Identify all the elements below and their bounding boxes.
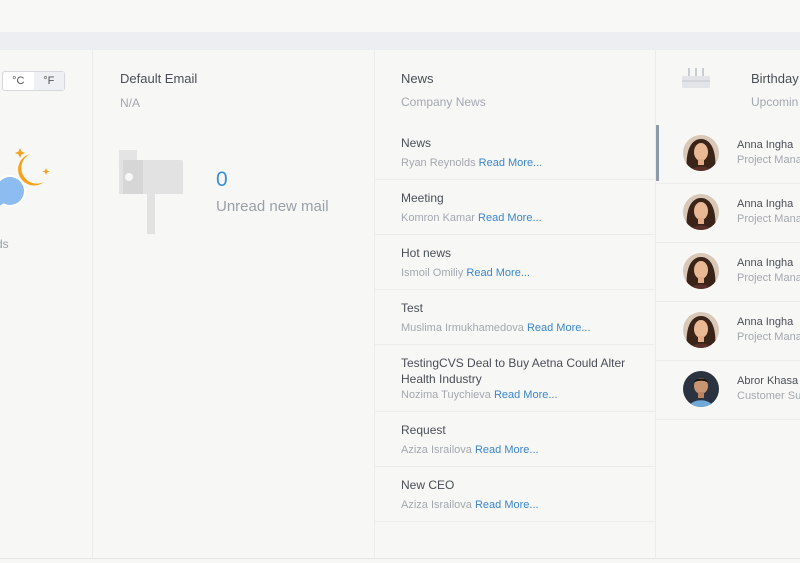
news-item-author: Aziza Israilova xyxy=(401,499,472,511)
birthday-item[interactable]: Anna Ingha Project Mana xyxy=(656,184,800,243)
read-more-link[interactable]: Read More... xyxy=(466,267,530,279)
birthday-person-name: Anna Ingha xyxy=(737,198,794,210)
birthday-person-role: Project Mana xyxy=(737,154,800,166)
news-item[interactable]: New CEO Aziza Israilova Read More... xyxy=(375,467,656,522)
email-widget: Default Email N/A 0 Unread new mail xyxy=(93,50,375,558)
celsius-option[interactable]: °C xyxy=(3,72,34,90)
moon-cloud-icon xyxy=(0,146,56,221)
birthday-cake-icon xyxy=(682,66,710,95)
news-item[interactable]: Meeting Komron Kamar Read More... xyxy=(375,180,656,235)
birthday-title: Birthday xyxy=(751,71,799,86)
fahrenheit-option[interactable]: °F xyxy=(33,72,64,90)
avatar xyxy=(683,194,719,230)
avatar xyxy=(683,135,719,171)
birthday-person-name: Anna Ingha xyxy=(737,316,794,328)
news-item-author: Muslima Irmukhamedova xyxy=(401,322,524,334)
weather-widget: °C °F ds xyxy=(0,50,93,558)
birthday-subtitle: Upcomin xyxy=(751,95,799,109)
birthday-person-name: Anna Ingha xyxy=(737,139,794,151)
read-more-link[interactable]: Read More... xyxy=(475,499,539,511)
news-item[interactable]: TestingCVS Deal to Buy Aetna Could Alter… xyxy=(375,345,656,412)
email-title: Default Email xyxy=(120,71,198,86)
header-strip xyxy=(0,32,800,50)
news-item[interactable]: News Ryan Reynolds Read More... xyxy=(375,125,656,180)
avatar xyxy=(683,253,719,289)
birthday-item[interactable]: Anna Ingha Project Mana xyxy=(656,243,800,302)
top-bar xyxy=(0,0,800,32)
news-item[interactable]: Test Muslima Irmukhamedova Read More... xyxy=(375,290,656,345)
read-more-link[interactable]: Read More... xyxy=(475,444,539,456)
news-item-title: News xyxy=(401,136,432,150)
news-item-title: TestingCVS Deal to Buy Aetna Could Alter… xyxy=(401,356,626,386)
news-item-author: Ismoil Omiliy xyxy=(401,267,464,279)
temperature-unit-toggle[interactable]: °C °F xyxy=(2,71,65,91)
news-item-title: Test xyxy=(401,301,424,315)
avatar xyxy=(683,312,719,348)
news-item-author: Aziza Israilova xyxy=(401,444,472,456)
read-more-link[interactable]: Read More... xyxy=(494,389,558,401)
bottom-divider xyxy=(0,558,800,559)
birthday-person-name: Abror Khasa xyxy=(737,375,799,387)
birthday-widget: Birthday Upcomin Anna Ingha Project Mana… xyxy=(656,50,800,558)
birthday-item[interactable]: Abror Khasa Customer Su xyxy=(656,361,800,420)
read-more-link[interactable]: Read More... xyxy=(527,322,591,334)
news-item-title: Meeting xyxy=(401,191,444,205)
email-address: N/A xyxy=(120,96,141,110)
birthday-list: Anna Ingha Project Mana Anna Ingha Proje… xyxy=(656,125,800,420)
birthday-person-role: Project Mana xyxy=(737,272,800,284)
news-subtitle: Company News xyxy=(401,95,486,109)
unread-mail-label: Unread new mail xyxy=(216,198,329,215)
news-item-author: Nozima Tuychieva xyxy=(401,389,491,401)
birthday-item[interactable]: Anna Ingha Project Mana xyxy=(656,302,800,361)
mailbox-icon xyxy=(119,144,185,241)
birthday-person-role: Project Mana xyxy=(737,213,800,225)
birthday-person-name: Anna Ingha xyxy=(737,257,794,269)
birthday-person-role: Customer Su xyxy=(737,390,800,402)
read-more-link[interactable]: Read More... xyxy=(479,157,543,169)
birthday-item[interactable]: Anna Ingha Project Mana xyxy=(656,125,800,184)
birthday-person-role: Project Mana xyxy=(737,331,800,343)
news-item-title: New CEO xyxy=(401,478,455,492)
news-item-author: Komron Kamar xyxy=(401,212,475,224)
news-item[interactable]: Request Aziza Israilova Read More... xyxy=(375,412,656,467)
news-item-author: Ryan Reynolds xyxy=(401,157,476,169)
avatar xyxy=(683,371,719,407)
news-item-title: Hot news xyxy=(401,246,452,260)
weather-condition-text: ds xyxy=(0,237,9,251)
read-more-link[interactable]: Read More... xyxy=(478,212,542,224)
unread-mail-count[interactable]: 0 xyxy=(216,168,228,192)
news-item[interactable]: Hot news Ismoil Omiliy Read More... xyxy=(375,235,656,290)
news-widget: News Company News News Ryan Reynolds Rea… xyxy=(375,50,656,558)
news-title: News xyxy=(401,71,434,86)
news-list: News Ryan Reynolds Read More... Meeting … xyxy=(375,125,656,522)
news-item-title: Request xyxy=(401,423,446,437)
